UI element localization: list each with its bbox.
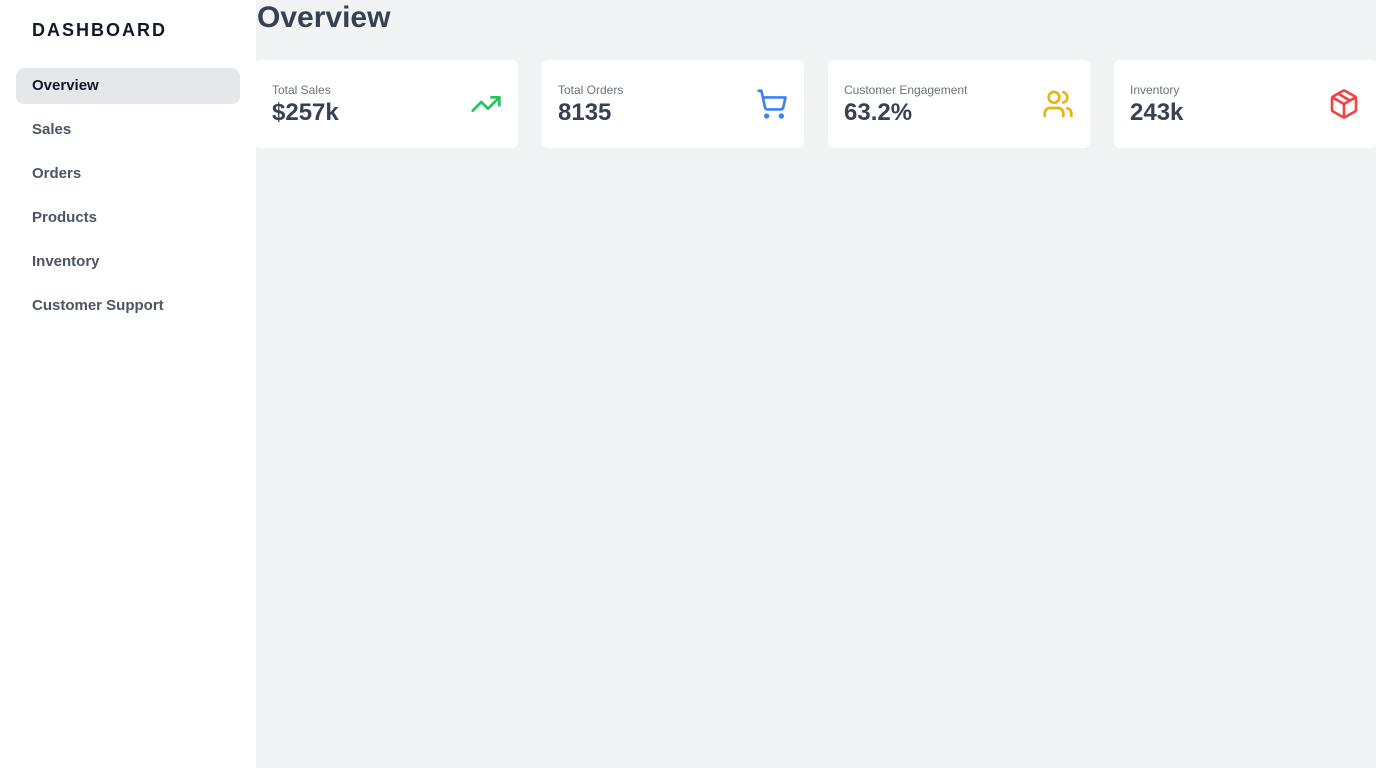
sidebar: DASHBOARD Overview Sales Orders Products…: [0, 0, 256, 768]
stat-card-total-orders: Total Orders 8135: [542, 60, 804, 148]
app-root: DASHBOARD Overview Sales Orders Products…: [0, 0, 1376, 768]
trending-up-icon: [470, 88, 502, 120]
stat-card-label: Total Sales: [272, 83, 331, 97]
package-icon: [1328, 88, 1360, 120]
page-title: Overview: [257, 1, 391, 34]
main-content: Overview Total Sales $257k Total Orders …: [256, 0, 1376, 768]
sidebar-item-customer-support[interactable]: Customer Support: [16, 288, 240, 324]
stat-card-value: 243k: [1130, 99, 1184, 126]
brand-title: DASHBOARD: [32, 20, 167, 40]
stat-card-label: Total Orders: [558, 83, 624, 97]
stat-card-label: Customer Engagement: [844, 83, 968, 97]
stat-card-inventory: Inventory 243k: [1114, 60, 1376, 148]
stat-card-value: 63.2%: [844, 99, 913, 126]
stat-card-customer-engagement: Customer Engagement 63.2%: [828, 60, 1090, 148]
stat-card-total-sales: Total Sales $257k: [256, 60, 518, 148]
sidebar-item-inventory[interactable]: Inventory: [16, 244, 240, 280]
sidebar-item-products[interactable]: Products: [16, 200, 240, 236]
shopping-cart-icon: [756, 88, 788, 120]
sidebar-nav: Overview Sales Orders Products Inventory…: [16, 68, 240, 324]
sidebar-item-overview[interactable]: Overview: [16, 68, 240, 104]
stat-card-value: 8135: [558, 99, 612, 126]
stat-card-label: Inventory: [1130, 83, 1180, 97]
users-icon: [1042, 88, 1074, 120]
stat-card-value: $257k: [272, 99, 339, 126]
stat-cards: Total Sales $257k Total Orders 8135 Cust…: [256, 60, 1376, 148]
sidebar-item-orders[interactable]: Orders: [16, 156, 240, 192]
sidebar-item-sales[interactable]: Sales: [16, 112, 240, 148]
